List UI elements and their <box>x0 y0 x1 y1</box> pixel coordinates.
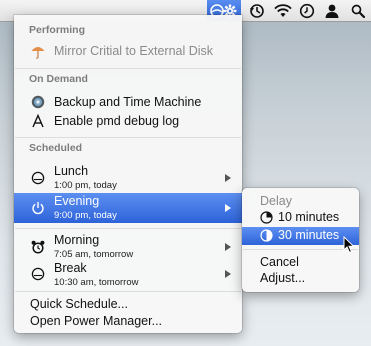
separator <box>15 291 241 292</box>
user-menu-extra[interactable] <box>322 0 342 21</box>
menu-item-time: 1:00 pm, today <box>54 180 117 191</box>
spotlight-icon <box>351 4 365 18</box>
backup-disk-icon <box>31 95 45 109</box>
power-icon <box>31 201 45 215</box>
menu-item-time: 10:30 am, tomorrow <box>54 277 139 288</box>
alarm-clock-icon <box>31 240 45 254</box>
app-store-icon <box>31 113 45 128</box>
submenu-arrow-icon <box>225 243 231 251</box>
submenu-arrow-icon <box>225 204 231 212</box>
power-manager-menu: Performing Mirror Critial to External Di… <box>14 15 242 333</box>
menu-item-label: Morning <box>54 233 100 247</box>
submenu-header-delay: Delay <box>242 192 359 210</box>
clock-menu-extra[interactable] <box>297 0 317 21</box>
submenu-arrow-icon <box>225 174 231 182</box>
quarter-clock-icon <box>260 211 273 224</box>
section-header-performing: Performing <box>29 24 86 36</box>
spotlight-menu-extra[interactable] <box>348 0 368 21</box>
wifi-menu-extra[interactable] <box>272 0 294 21</box>
section-header-scheduled: Scheduled <box>29 142 83 154</box>
section-header-on-demand: On Demand <box>29 73 88 85</box>
submenu-arrow-icon <box>225 270 231 278</box>
menu-item-lunch[interactable]: Lunch 1:00 pm, today <box>14 163 242 193</box>
menu-item-time: 9:00 pm, today <box>54 210 117 221</box>
submenu-item-label: Adjust... <box>260 271 306 285</box>
menu-item-morning[interactable]: Morning 7:05 am, tomorrow <box>14 233 242 261</box>
submenu-item-label: 10 minutes <box>278 210 340 224</box>
menu-item-label: Lunch <box>54 164 89 178</box>
quick-schedule-item[interactable]: Quick Schedule... <box>30 297 128 311</box>
menu-item-label: Evening <box>54 194 100 208</box>
empty-circle-icon <box>31 171 45 185</box>
separator <box>15 228 241 229</box>
submenu-item-30-minutes[interactable]: 30 minutes <box>242 227 359 245</box>
umbrella-icon <box>31 45 45 59</box>
submenu-item-adjust[interactable]: Adjust... <box>242 271 359 288</box>
time-machine-icon <box>249 3 265 19</box>
submenu-header-label: Delay <box>260 194 292 208</box>
separator <box>243 249 358 250</box>
half-clock-icon <box>260 229 273 242</box>
menu-item-enable-pmd-debug-log[interactable]: Enable pmd debug log <box>14 112 242 131</box>
submenu-item-10-minutes[interactable]: 10 minutes <box>242 209 359 227</box>
menu-item-label: Mirror Critial to External Disk <box>54 44 214 58</box>
separator <box>15 137 241 138</box>
menu-item-label: Break <box>54 261 87 275</box>
menu-item-break[interactable]: Break 10:30 am, tomorrow <box>14 261 242 289</box>
time-machine-menu-extra[interactable] <box>247 0 267 21</box>
menu-item-time: 7:05 am, tomorrow <box>54 249 134 260</box>
mouse-cursor-icon <box>343 235 355 259</box>
menu-item-evening[interactable]: Evening 9:00 pm, today <box>14 193 242 223</box>
empty-circle-icon <box>31 267 45 281</box>
open-power-manager-item[interactable]: Open Power Manager... <box>30 314 162 328</box>
clock-icon <box>299 3 315 19</box>
menu-item-label: Backup and Time Machine <box>54 95 202 109</box>
separator <box>15 68 241 69</box>
wifi-icon <box>274 3 292 18</box>
submenu-item-label: 30 minutes <box>278 228 340 242</box>
user-icon <box>324 3 340 19</box>
menu-item-label: Enable pmd debug log <box>54 114 180 128</box>
submenu-item-label: Cancel <box>260 255 299 269</box>
menu-item-mirror-critical: Mirror Critial to External Disk <box>14 42 242 62</box>
delay-submenu: Delay 10 minutes 30 minutes Cancel Adjus… <box>242 188 359 292</box>
menu-item-backup-time-machine[interactable]: Backup and Time Machine <box>14 93 242 112</box>
submenu-item-cancel[interactable]: Cancel <box>242 254 359 271</box>
